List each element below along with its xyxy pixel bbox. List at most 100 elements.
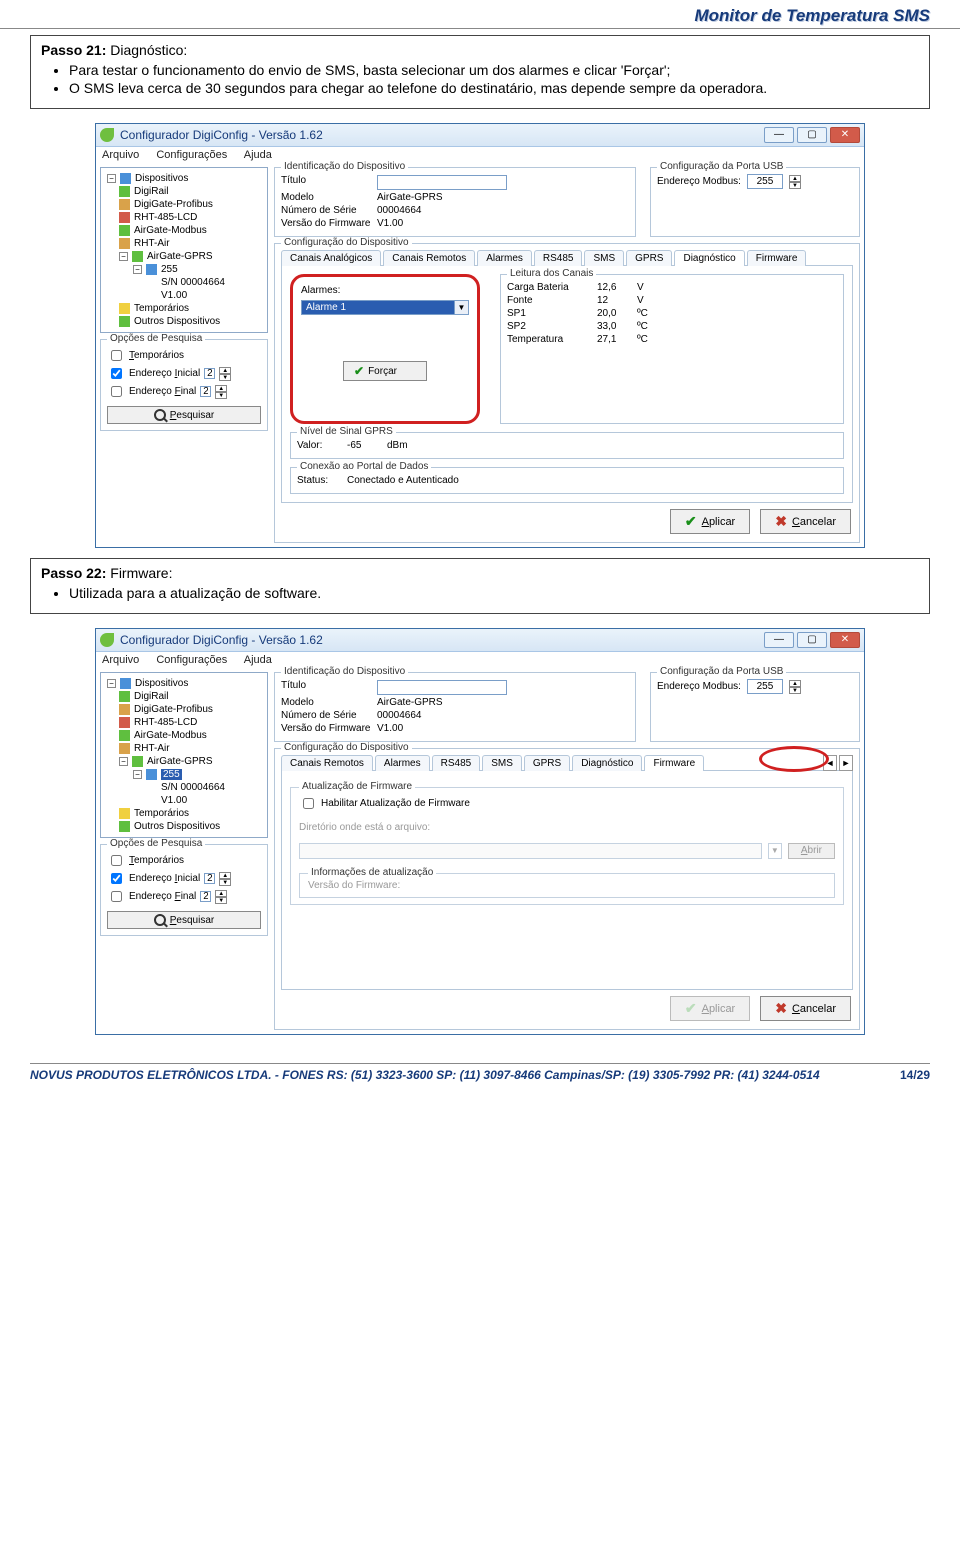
tree-digirail-2[interactable]: DigiRail [105, 690, 263, 703]
forcar-label: Forçar [368, 366, 397, 377]
ident-serie-label: Número de Série [281, 205, 377, 216]
passo21-block: Passo 21: Diagnóstico: Para testar o fun… [30, 35, 930, 109]
endereco-inicial-input-2[interactable] [204, 873, 215, 884]
tree-rht485-2[interactable]: RHT-485-LCD [105, 716, 263, 729]
tab-rs485-2[interactable]: RS485 [432, 755, 481, 771]
chk-temporarios[interactable]: Temporários [107, 347, 261, 364]
tab-sms[interactable]: SMS [584, 250, 624, 266]
tree-rhtair-2[interactable]: RHT-Air [105, 742, 263, 755]
passo21-list: Para testar o funcionamento do envio de … [41, 62, 919, 96]
tabs-scroll-right[interactable]: ► [839, 755, 853, 771]
tree-airgatemodbus[interactable]: AirGate-Modbus [105, 224, 263, 237]
tab-sms-2[interactable]: SMS [482, 755, 522, 771]
chk-temporarios-2[interactable]: Temporários [107, 852, 261, 869]
tree-digirail[interactable]: DigiRail [105, 185, 263, 198]
tab-canais-analogicos[interactable]: Canais Analógicos [281, 250, 381, 266]
alarm-dropdown-btn[interactable]: ▼ [454, 300, 469, 315]
cancelar-button[interactable]: ✖Cancelar [760, 509, 851, 534]
forcar-button[interactable]: ✔ Forçar [343, 361, 427, 381]
tree-rht485[interactable]: RHT-485-LCD [105, 211, 263, 224]
diag-tabpane: Alarmes: Alarme 1 ▼ ✔ Forçar [281, 265, 853, 503]
tab-rs485[interactable]: RS485 [534, 250, 583, 266]
tree-airgatemodbus-2[interactable]: AirGate-Modbus [105, 729, 263, 742]
minimize-button-2[interactable]: — [764, 632, 794, 648]
menu-arquivo-2[interactable]: Arquivo [102, 654, 139, 666]
tab-gprs[interactable]: GPRS [626, 250, 672, 266]
tree-airgategprs-2[interactable]: −AirGate-GPRS [105, 755, 263, 768]
window-body: −Dispositivos DigiRail DigiGate-Profibus… [96, 163, 864, 547]
endereco-inicial-input[interactable] [204, 368, 215, 379]
usb-endereco-label: Endereço Modbus: [657, 176, 741, 187]
close-button-2[interactable]: ✕ [830, 632, 860, 648]
tree-outros-2[interactable]: Outros Dispositivos [105, 820, 263, 833]
pesquisar-button-2[interactable]: Pesquisar [107, 911, 261, 929]
menu-config-2[interactable]: Configurações [156, 654, 227, 666]
menu-ajuda[interactable]: Ajuda [244, 149, 272, 161]
diag-layout: Alarmes: Alarme 1 ▼ ✔ Forçar [290, 274, 844, 424]
endereco-final-input[interactable] [200, 386, 211, 397]
alarm-selected: Alarme 1 [301, 300, 454, 315]
tree-digigate-2[interactable]: DigiGate-Profibus [105, 703, 263, 716]
minimize-button[interactable]: — [764, 127, 794, 143]
tab-alarmes-2[interactable]: Alarmes [375, 755, 430, 771]
tab-diagnostico[interactable]: Diagnóstico [674, 250, 744, 266]
fw-diretorio-label: Diretório onde está o arquivo: [299, 822, 835, 833]
device-tree-2: −Dispositivos DigiRail DigiGate-Profibus… [100, 672, 268, 838]
tree-node255-2[interactable]: −255 [105, 768, 263, 781]
cancelar-button-2[interactable]: ✖Cancelar [760, 996, 851, 1021]
search-options-2: Opções de Pesquisa Temporários Endereço … [100, 844, 268, 936]
fw-path-dropdown[interactable]: ▼ [768, 843, 782, 859]
main-area: Identificação do Dispositivo Título Mode… [274, 167, 860, 543]
alarm-select[interactable]: Alarme 1 ▼ [301, 300, 469, 315]
tab-firmware-2[interactable]: Firmware [644, 755, 704, 771]
fw-path-input[interactable] [299, 843, 762, 859]
chk-habilitar-fw[interactable]: Habilitar Atualização de Firmware [299, 795, 835, 812]
tree-root[interactable]: −Dispositivos [105, 172, 263, 185]
chk-endereco-final[interactable]: Endereço Final ▲▼ [107, 383, 261, 400]
menu-ajuda-2[interactable]: Ajuda [244, 654, 272, 666]
chk-endereco-final-2[interactable]: Endereço Final ▲▼ [107, 888, 261, 905]
ident-titulo-input[interactable] [377, 175, 507, 190]
fw-info: Informações de atualização Versão do Fir… [299, 873, 835, 898]
menu-arquivo[interactable]: Arquivo [102, 149, 139, 161]
menu-config[interactable]: Configurações [156, 149, 227, 161]
tree-root-2[interactable]: −Dispositivos [105, 677, 263, 690]
fw-versao-label: Versão do Firmware: [308, 880, 826, 891]
tree-outros[interactable]: Outros Dispositivos [105, 315, 263, 328]
ident-titulo-input-2[interactable] [377, 680, 507, 695]
maximize-button[interactable]: ▢ [797, 127, 827, 143]
tree-sn: S/N 00004664 [105, 276, 263, 289]
ident-modelo-val: AirGate-GPRS [377, 192, 443, 203]
close-button[interactable]: ✕ [830, 127, 860, 143]
tree-digigate[interactable]: DigiGate-Profibus [105, 198, 263, 211]
identificacao-box: Identificação do Dispositivo Título Mode… [274, 167, 636, 237]
usb-endereco-input[interactable] [747, 174, 783, 189]
tree-node255[interactable]: −255 [105, 263, 263, 276]
pesquisar-button[interactable]: Pesquisar [107, 406, 261, 424]
endereco-final-input-2[interactable] [200, 891, 211, 902]
tab-alarmes[interactable]: Alarmes [477, 250, 532, 266]
tab-canais-remotos-2[interactable]: Canais Remotos [281, 755, 373, 771]
aplicar-button-2: ✔Aplicar [670, 996, 750, 1021]
status-label: Status: [297, 475, 347, 486]
tabs-scroll-left[interactable]: ◄ [823, 755, 837, 771]
chk-endereco-inicial-2[interactable]: Endereço Inicial ▲▼ [107, 870, 261, 887]
chk-endereco-inicial[interactable]: Endereço Inicial ▲▼ [107, 365, 261, 382]
passo22-list: Utilizada para a atualização de software… [41, 585, 919, 601]
tab-canais-remotos[interactable]: Canais Remotos [383, 250, 475, 266]
passo21-b1: Para testar o funcionamento do envio de … [69, 62, 919, 78]
search-options-title: Opções de Pesquisa [107, 333, 205, 344]
tree-temporarios-2[interactable]: Temporários [105, 807, 263, 820]
fw-tabpane: Atualização de Firmware Habilitar Atuali… [281, 770, 853, 990]
cancel-icon-2: ✖ [775, 1000, 787, 1017]
tree-rhtair[interactable]: RHT-Air [105, 237, 263, 250]
usb-endereco-input-2[interactable] [747, 679, 783, 694]
tab-diagnostico-2[interactable]: Diagnóstico [572, 755, 642, 771]
tree-temporarios[interactable]: Temporários [105, 302, 263, 315]
tab-firmware[interactable]: Firmware [747, 250, 807, 266]
aplicar-button[interactable]: ✔Aplicar [670, 509, 750, 534]
abrir-button[interactable]: Abrir [788, 843, 835, 859]
tree-airgategprs[interactable]: −AirGate-GPRS [105, 250, 263, 263]
tab-gprs-2[interactable]: GPRS [524, 755, 570, 771]
maximize-button-2[interactable]: ▢ [797, 632, 827, 648]
